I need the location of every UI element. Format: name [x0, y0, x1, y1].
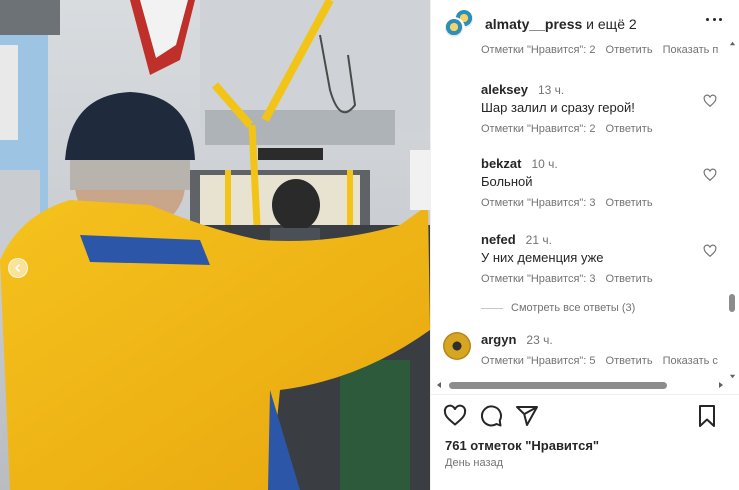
comment-meta: Отметки "Нравится": 3 Ответить [481, 273, 711, 285]
scroll-down-icon[interactable] [729, 373, 736, 380]
side-panel: almaty__press и ещё 2 Отметки "Нравится"… [430, 0, 739, 490]
chevron-left-icon [14, 263, 21, 273]
comment-username[interactable]: aleksey [481, 82, 528, 97]
avatar[interactable] [443, 332, 471, 360]
reply-button[interactable]: Ответить [606, 44, 653, 56]
avatar [443, 17, 465, 39]
avatar[interactable] [443, 156, 471, 184]
more-icon [706, 18, 709, 21]
comment-body: argyn 23 ч. Отметки "Нравится": 5 Ответи… [481, 332, 718, 367]
comment-likes-count[interactable]: Отметки "Нравится": 2 [481, 44, 596, 56]
comment-text: У них деменция уже [481, 250, 604, 265]
comment-header: aleksey 13 ч. [481, 82, 711, 97]
post-author[interactable]: almaty__press и ещё 2 [485, 16, 637, 32]
comment-header: nefed 21 ч. [481, 232, 711, 247]
replies-rule [481, 307, 503, 309]
comment-header: argyn 23 ч. [481, 332, 711, 347]
more-icon-dot [712, 18, 716, 21]
comment-meta: Отметки "Нравится": 5 Ответить Показать … [481, 355, 718, 367]
heart-icon[interactable] [703, 244, 717, 258]
heart-icon[interactable] [443, 404, 467, 428]
scroll-right-icon[interactable] [717, 381, 725, 389]
more-options-button[interactable] [706, 18, 722, 22]
view-replies-label: Смотреть все ответы (3) [511, 302, 636, 314]
author-suffix[interactable]: и ещё 2 [582, 16, 637, 32]
comment-meta: Отметки "Нравится": 2 Ответить Показать … [481, 44, 718, 56]
vertical-scroll-thumb[interactable] [729, 294, 735, 312]
comment-time[interactable]: 23 ч. [526, 333, 552, 347]
show-translation-button[interactable]: Показать п [663, 44, 719, 56]
comment-icon[interactable] [479, 404, 503, 428]
comment-time[interactable]: 10 ч. [531, 157, 557, 171]
post-timestamp[interactable]: День назад [445, 457, 503, 469]
comment-likes-count[interactable]: Отметки "Нравится": 3 [481, 273, 596, 285]
comment-likes-count[interactable]: Отметки "Нравится": 5 [481, 355, 596, 367]
bookmark-icon[interactable] [695, 404, 719, 428]
collab-avatars[interactable] [443, 8, 477, 40]
comment-body: Отметки "Нравится": 2 Ответить Показать … [481, 44, 718, 56]
author-username[interactable]: almaty__press [485, 16, 582, 32]
comment-meta: Отметки "Нравится": 3 Ответить [481, 197, 711, 209]
comments-list[interactable]: Отметки "Нравится": 2 Ответить Показать … [431, 38, 729, 378]
comment-time[interactable]: 21 ч. [526, 233, 552, 247]
avatar[interactable] [443, 232, 471, 260]
show-translation-button[interactable]: Показать с [663, 355, 718, 367]
bus-interior-photo [0, 0, 430, 490]
comments-vertical-scrollbar[interactable] [728, 40, 737, 380]
comment-username[interactable]: argyn [481, 332, 516, 347]
reply-button[interactable]: Ответить [606, 123, 653, 135]
comments-horizontal-scrollbar[interactable] [431, 378, 729, 392]
comment-header: bekzat 10 ч. [481, 156, 711, 171]
reply-button[interactable]: Ответить [606, 197, 653, 209]
horizontal-scroll-thumb[interactable] [449, 382, 667, 389]
heart-icon[interactable] [703, 94, 717, 108]
view-all-replies-button[interactable]: Смотреть все ответы (3) [481, 302, 635, 314]
comment-text: Больной [481, 174, 533, 189]
carousel-prev-button[interactable] [8, 258, 28, 278]
divider [431, 394, 739, 395]
likes-count[interactable]: 761 отметок "Нравится" [445, 438, 599, 453]
more-icon-dot [719, 18, 722, 21]
reply-button[interactable]: Ответить [606, 273, 653, 285]
comment-likes-count[interactable]: Отметки "Нравится": 2 [481, 123, 596, 135]
comment-text: Шар залил и сразу герой! [481, 100, 635, 115]
comment-time[interactable]: 13 ч. [538, 83, 564, 97]
post-media[interactable] [0, 0, 430, 490]
reply-button[interactable]: Ответить [606, 355, 653, 367]
scroll-up-icon[interactable] [729, 40, 736, 47]
comment-body: aleksey 13 ч. Шар залил и сразу герой! О… [481, 82, 711, 135]
comment-meta: Отметки "Нравится": 2 Ответить [481, 123, 711, 135]
avatar[interactable] [443, 82, 471, 110]
comment-body: nefed 21 ч. У них деменция уже Отметки "… [481, 232, 711, 285]
heart-icon[interactable] [703, 168, 717, 182]
comment-username[interactable]: bekzat [481, 156, 521, 171]
comment-body: bekzat 10 ч. Больной Отметки "Нравится":… [481, 156, 711, 209]
comment-likes-count[interactable]: Отметки "Нравится": 3 [481, 197, 596, 209]
share-icon[interactable] [515, 404, 539, 428]
post-actions [443, 404, 733, 432]
comment-username[interactable]: nefed [481, 232, 516, 247]
scroll-left-icon[interactable] [435, 381, 443, 389]
